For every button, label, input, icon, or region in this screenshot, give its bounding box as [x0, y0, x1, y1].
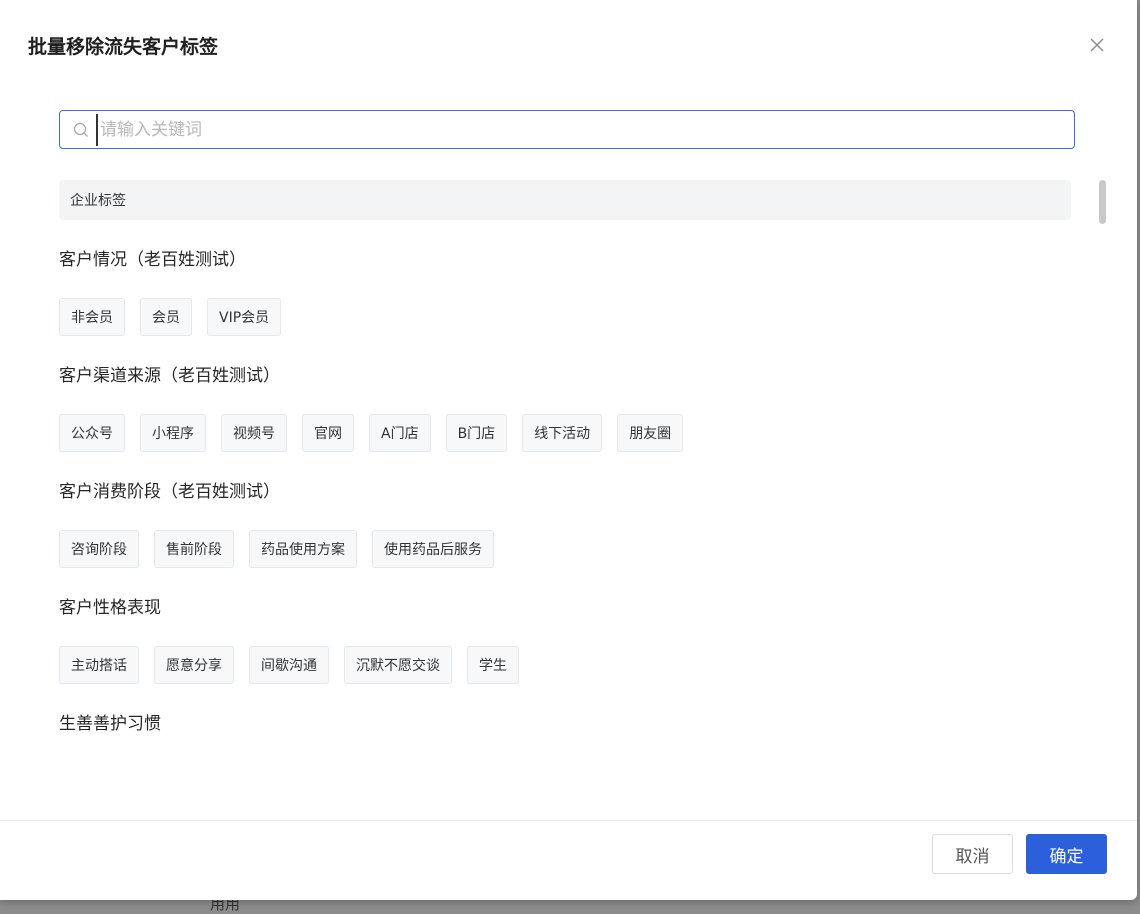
tag-row: 主动搭话 愿意分享 间歇沟通 沉默不愿交谈 学生	[59, 646, 1071, 684]
tag-chip[interactable]: 愿意分享	[154, 646, 234, 684]
tag-chip[interactable]: 小程序	[140, 414, 206, 452]
search-box	[59, 110, 1075, 149]
search-input[interactable]	[96, 113, 1062, 146]
tag-chip[interactable]: 朋友圈	[617, 414, 684, 452]
tag-chip[interactable]: 学生	[467, 646, 519, 684]
batch-remove-tags-dialog: 批量移除流失客户标签 企业标签 客户情况（老百姓测试） 非会员会员 VIP会员客户渠…	[0, 0, 1137, 900]
group-title: 生善善护习惯	[59, 714, 161, 734]
tag-chip[interactable]: A门店	[369, 414, 431, 452]
section-header-enterprise-tags: 企业标签	[59, 180, 1071, 220]
tag-chip[interactable]: 咨询阶段	[59, 530, 139, 568]
group-title: 客户消费阶段（老百姓测试）	[59, 482, 280, 502]
footer-divider	[0, 820, 1137, 821]
tag-row: 非会员 会员 VIP会员	[59, 298, 1071, 336]
tag-chip[interactable]: 药品使用方案	[249, 530, 357, 568]
close-icon	[1090, 38, 1104, 52]
dialog-title: 批量移除流失客户标签	[28, 36, 219, 58]
tag-chip[interactable]: 视频号	[221, 414, 287, 452]
confirm-button[interactable]: 确定	[1026, 834, 1107, 874]
tag-list: 企业标签 客户情况（老百姓测试） 非会员 会员 VIP会员客户渠道来源（老百姓测试） 公…	[59, 180, 1071, 780]
tag-chip[interactable]: 会员	[140, 298, 192, 336]
search-icon	[73, 122, 88, 137]
group-title: 客户情况（老百姓测试）	[59, 250, 246, 270]
tag-chip[interactable]: 官网	[302, 414, 354, 452]
tag-chip[interactable]: 沉默不愿交谈	[344, 646, 452, 684]
group-title: 客户性格表现	[59, 598, 161, 618]
tag-row: 咨询阶段 售前阶段 药品使用方案 使用药品后服务	[59, 530, 1071, 568]
tag-row: 公众号 小程序 视频号 官网 A门店 B门店 线下活动 朋友圈	[59, 414, 1071, 452]
tag-chip[interactable]: B门店	[445, 414, 508, 452]
scrollbar-thumb[interactable]	[1099, 180, 1106, 224]
tag-chip[interactable]: 间歇沟通	[249, 646, 329, 684]
group-title: 客户渠道来源（老百姓测试）	[59, 366, 280, 386]
tag-groups: 客户情况（老百姓测试） 非会员 会员 VIP会员客户渠道来源（老百姓测试） 公众号 小程序…	[59, 248, 1071, 684]
tag-chip[interactable]: 售前阶段	[154, 530, 234, 568]
close-button[interactable]	[1086, 34, 1108, 56]
tag-chip[interactable]: VIP会员	[207, 298, 282, 336]
tag-chip[interactable]: 使用药品后服务	[372, 530, 494, 568]
tag-chip[interactable]: 线下活动	[522, 414, 603, 452]
tag-chip[interactable]: 公众号	[59, 414, 125, 452]
tag-chip[interactable]: 非会员	[59, 298, 125, 336]
tag-chip[interactable]: 主动搭话	[59, 646, 139, 684]
cancel-button[interactable]: 取消	[932, 834, 1013, 874]
